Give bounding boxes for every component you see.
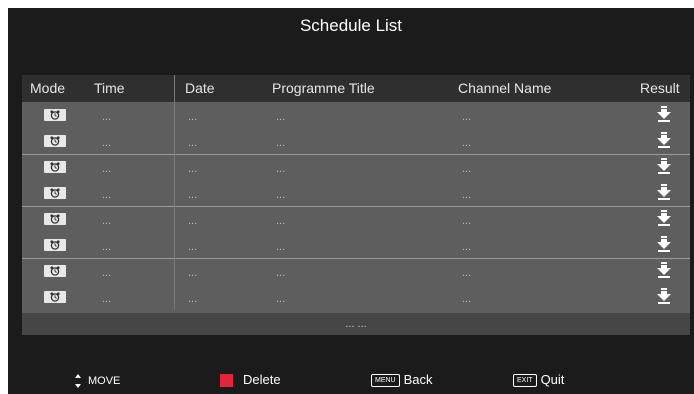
programme-title-cell: ... — [276, 189, 286, 201]
result-icon — [657, 210, 671, 226]
programme-title-cell: ... — [276, 267, 286, 279]
alarm-clock-icon — [50, 110, 60, 120]
date-cell: ... — [188, 111, 198, 123]
alarm-clock-icon — [50, 214, 60, 224]
quit-label: Quit — [540, 372, 565, 387]
mode-icon — [44, 161, 66, 173]
result-icon — [657, 184, 671, 200]
date-cell: ... — [188, 137, 198, 149]
time-cell: ... — [102, 137, 112, 149]
alarm-clock-icon — [50, 266, 60, 276]
result-icon — [657, 106, 671, 122]
download-arrow-icon — [657, 236, 671, 252]
col-programme-title: Programme Title — [272, 80, 375, 96]
column-divider — [174, 75, 175, 310]
programme-title-cell: ... — [276, 137, 286, 149]
time-cell: ... — [102, 241, 112, 253]
programme-title-cell: ... — [276, 293, 286, 305]
time-cell: ... — [102, 163, 112, 175]
result-icon — [657, 262, 671, 278]
mode-icon — [44, 265, 66, 277]
table-row[interactable]: ............ — [22, 206, 690, 232]
programme-title-cell: ... — [276, 163, 286, 175]
date-cell: ... — [188, 215, 198, 227]
result-icon — [657, 288, 671, 304]
programme-title-cell: ... — [276, 111, 286, 123]
download-arrow-icon — [657, 210, 671, 226]
move-hint: MOVE — [74, 371, 120, 389]
table-row[interactable]: ............ — [22, 154, 690, 180]
programme-title-cell: ... — [276, 215, 286, 227]
alarm-clock-icon — [50, 240, 60, 250]
mode-icon — [44, 109, 66, 121]
table-row[interactable]: ............ — [22, 232, 690, 258]
mode-icon — [44, 239, 66, 251]
alarm-clock-icon — [50, 162, 60, 172]
alarm-clock-icon — [50, 292, 60, 302]
result-icon — [657, 158, 671, 174]
col-mode: Mode — [30, 80, 66, 96]
col-result: Result — [640, 80, 680, 96]
channel-name-cell: ... — [462, 111, 472, 123]
channel-name-cell: ... — [462, 267, 472, 279]
mode-icon — [44, 187, 66, 199]
download-arrow-icon — [657, 288, 671, 304]
red-key-icon — [220, 374, 233, 388]
download-arrow-icon — [657, 262, 671, 278]
date-cell: ... — [188, 267, 198, 279]
channel-name-cell: ... — [462, 137, 472, 149]
date-cell: ... — [188, 189, 198, 201]
page-title: Schedule List — [299, 16, 403, 35]
col-time: Time — [94, 80, 125, 96]
quit-hint[interactable]: EXIT Quit — [513, 371, 564, 389]
channel-name-cell: ... — [462, 293, 472, 305]
menu-key-icon: MENU — [371, 374, 400, 388]
col-date: Date — [185, 80, 215, 96]
channel-name-cell: ... — [462, 163, 472, 175]
programme-title-cell: ... — [276, 241, 286, 253]
back-label: Back — [403, 372, 433, 387]
date-cell: ... — [188, 163, 198, 175]
back-hint[interactable]: MENU Back — [371, 371, 433, 389]
table-row[interactable]: ............ — [22, 102, 690, 128]
date-cell: ... — [188, 293, 198, 305]
time-cell: ... — [102, 215, 112, 227]
time-cell: ... — [102, 267, 112, 279]
delete-hint[interactable]: Delete — [220, 371, 281, 389]
col-channel-name: Channel Name — [458, 80, 552, 96]
move-label: MOVE — [88, 375, 121, 387]
download-arrow-icon — [657, 132, 671, 148]
table-header: Mode Time Date Programme Title Channel N… — [22, 75, 690, 102]
up-down-arrows-icon — [75, 373, 81, 388]
table-row[interactable]: ............ — [22, 258, 690, 284]
delete-label: Delete — [243, 372, 281, 387]
result-icon — [657, 132, 671, 148]
download-arrow-icon — [657, 184, 671, 200]
channel-name-cell: ... — [462, 215, 472, 227]
date-cell: ... — [188, 241, 198, 253]
table-row[interactable]: ............ — [22, 128, 690, 154]
time-cell: ... — [102, 189, 112, 201]
time-cell: ... — [102, 111, 112, 123]
alarm-clock-icon — [50, 188, 60, 198]
result-icon — [657, 236, 671, 252]
table-row[interactable]: ............ — [22, 180, 690, 206]
mode-icon — [44, 213, 66, 225]
mode-icon — [44, 291, 66, 303]
key-legend: MOVE Delete MENU Back EXIT Quit — [8, 364, 694, 394]
time-cell: ... — [102, 293, 112, 305]
page-indicator: ... ... — [22, 313, 690, 335]
download-arrow-icon — [657, 106, 671, 122]
mode-icon — [44, 135, 66, 147]
table-row[interactable]: ............ — [22, 284, 690, 310]
schedule-list-screen: Schedule List Mode Time Date Programme T… — [8, 8, 694, 394]
alarm-clock-icon — [50, 136, 60, 146]
channel-name-cell: ... — [462, 189, 472, 201]
channel-name-cell: ... — [462, 241, 472, 253]
download-arrow-icon — [657, 158, 671, 174]
exit-key-icon: EXIT — [513, 374, 537, 388]
schedule-table: Mode Time Date Programme Title Channel N… — [22, 75, 690, 335]
